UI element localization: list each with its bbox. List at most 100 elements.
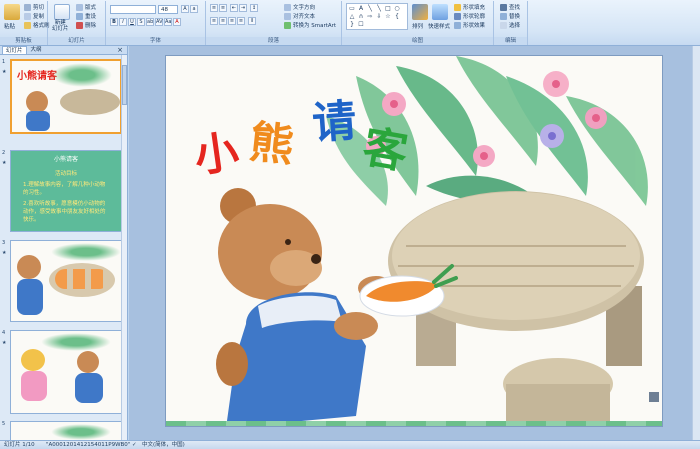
slide-thumb-row[interactable]: 4 ★ — [0, 330, 122, 414]
align-center-icon[interactable]: ≡ — [219, 17, 227, 25]
columns-icon[interactable]: ⫴ — [248, 17, 256, 25]
select-button[interactable]: 选择 — [500, 21, 520, 29]
bold-icon[interactable]: B — [110, 18, 118, 26]
slide-title-char[interactable]: 请 — [310, 85, 358, 152]
change-case-icon[interactable]: Aa — [164, 18, 172, 26]
smartart-button[interactable]: 转换为 SmartArt — [284, 21, 336, 29]
slide-thumb-row[interactable]: 2 ★ 小熊请客 活动目标 1.理解故事内容，了解几种小动物的习性。 2.喜欢听… — [0, 150, 122, 232]
new-slide-label-2: 幻灯片 — [52, 26, 69, 32]
arrange-button[interactable]: 排列 — [412, 22, 423, 30]
rect-shape-icon[interactable]: ▭ — [348, 5, 356, 12]
slide-thumbnail[interactable]: 小熊请客 — [10, 59, 122, 134]
slide-title-char[interactable]: 小 — [190, 115, 242, 185]
animation-star-icon: ★ — [2, 250, 7, 256]
format-painter-button[interactable]: 格式刷 — [24, 21, 50, 29]
rect2-shape-icon[interactable]: □ — [384, 5, 392, 12]
align-text-button[interactable]: 对齐文本 — [284, 12, 315, 20]
paint-bucket-icon — [454, 3, 461, 11]
thumb-table — [60, 89, 120, 115]
delete-button[interactable]: 删除 — [76, 21, 96, 29]
line-shape-icon[interactable]: ╲ — [366, 5, 374, 12]
callout-shape-icon[interactable]: ☐ — [357, 21, 365, 28]
slide-thumb-row[interactable]: 1 ★ 小熊请客 — [0, 59, 122, 134]
new-slide-icon[interactable] — [54, 4, 70, 20]
triangle-shape-icon[interactable]: △ — [348, 13, 356, 20]
paste-button[interactable]: 粘贴 — [4, 22, 15, 30]
text-shape-icon[interactable]: A — [357, 5, 365, 12]
layout-button[interactable]: 版式 — [76, 3, 96, 11]
slide-thumbnail[interactable] — [10, 240, 122, 322]
arrange-icon[interactable] — [412, 4, 428, 20]
curve-shape-icon[interactable]: ∩ — [357, 13, 365, 20]
pane-scrollbar[interactable] — [121, 55, 127, 440]
status-bar: 幻灯片 1/10 "A0001201412154011P9WB0" 中文(简体，… — [0, 440, 700, 449]
decrease-indent-icon[interactable]: ⇤ — [230, 4, 238, 12]
brush-icon — [24, 21, 31, 29]
shape-effects-button[interactable]: 形状效果 — [454, 21, 485, 29]
current-slide[interactable]: 小 熊 请 客 — [165, 55, 663, 427]
new-slide-button[interactable]: 新建 幻灯片 — [52, 20, 69, 32]
slide-number: 4 — [2, 330, 6, 336]
slide-title-char[interactable]: 熊 — [247, 106, 297, 174]
shape-fill-button[interactable]: 形状填充 — [454, 3, 485, 11]
find-button[interactable]: 查找 — [500, 3, 520, 11]
shadow-icon[interactable]: S — [137, 18, 145, 26]
font-group: 48 A a B I U S ab AV Aa A 字体 — [106, 1, 206, 45]
shape-outline-button[interactable]: 形状轮廓 — [454, 12, 485, 20]
replace-button[interactable]: 替换 — [500, 12, 520, 20]
spacing-icon[interactable]: AV — [155, 18, 163, 26]
justify-icon[interactable]: ≡ — [237, 17, 245, 25]
oval-shape-icon[interactable]: ○ — [393, 5, 401, 12]
arrow-down-shape-icon[interactable]: ⇩ — [375, 13, 383, 20]
brace-shape-icon[interactable]: { — [393, 13, 401, 20]
text-direction-button[interactable]: 文字方向 — [284, 3, 315, 11]
font-name-combo[interactable] — [110, 5, 156, 14]
shrink-font-icon[interactable]: a — [190, 5, 198, 13]
slide-thumbnail[interactable] — [10, 421, 122, 440]
theme-name[interactable]: "A0001201412154011P9WB0" — [46, 441, 130, 449]
shapes-gallery[interactable]: ▭ A ╲ ╲ □ ○ △ ∩ ⇨ ⇩ ☆ { } ☐ — [346, 3, 408, 30]
increase-indent-icon[interactable]: ⇥ — [239, 4, 247, 12]
copy-icon — [24, 12, 31, 20]
font-color-icon[interactable]: A — [173, 18, 181, 26]
language-indicator[interactable]: 中文(简体，中国) — [142, 441, 185, 449]
underline-icon[interactable]: U — [128, 18, 136, 26]
italic-icon[interactable]: I — [119, 18, 127, 26]
slide-thumbnail[interactable] — [10, 330, 122, 414]
align-left-icon[interactable]: ≡ — [210, 17, 218, 25]
drawing-group: ▭ A ╲ ╲ □ ○ △ ∩ ⇨ ⇩ ☆ { } ☐ 排列 快速样式 形状填充… — [342, 1, 494, 45]
pane-scroll-thumb[interactable] — [122, 65, 127, 105]
line2-shape-icon[interactable]: ╲ — [375, 5, 383, 12]
quick-styles-button[interactable]: 快速样式 — [428, 22, 450, 30]
bullets-icon[interactable]: ≡ — [210, 4, 218, 12]
paste-icon[interactable] — [4, 4, 20, 20]
arrow-right-shape-icon[interactable]: ⇨ — [366, 13, 374, 20]
tab-slides[interactable]: 幻灯片 — [2, 46, 27, 54]
check-icon: ✓ — [132, 442, 137, 448]
numbering-icon[interactable]: ≡ — [219, 4, 227, 12]
thumb-bear — [77, 351, 99, 373]
font-size-combo[interactable]: 48 — [158, 5, 178, 14]
grow-font-icon[interactable]: A — [181, 5, 189, 13]
tab-outline[interactable]: 大纲 — [28, 46, 45, 54]
slide-thumbnail[interactable]: 小熊请客 活动目标 1.理解故事内容，了解几种小动物的习性。 2.喜欢听故事，愿… — [10, 150, 122, 232]
copy-button[interactable]: 复制 — [24, 12, 44, 20]
thumb-leaves — [52, 63, 112, 87]
cut-button[interactable]: 剪切 — [24, 3, 44, 11]
line-spacing-icon[interactable]: ↕ — [250, 4, 258, 12]
align-right-icon[interactable]: ≡ — [228, 17, 236, 25]
close-icon[interactable]: × — [117, 46, 123, 55]
star-shape-icon[interactable]: ☆ — [384, 13, 392, 20]
strikethrough-icon[interactable]: ab — [146, 18, 154, 26]
slide-thumb-row[interactable]: 3 ★ — [0, 240, 122, 322]
slide-scrollbar[interactable] — [692, 46, 700, 440]
thumb-plates — [55, 269, 109, 289]
reset-label: 重设 — [85, 14, 97, 20]
thumb-bear-body — [75, 373, 103, 403]
brace2-shape-icon[interactable]: } — [348, 21, 356, 28]
text-direction-label: 文字方向 — [293, 5, 316, 11]
quick-styles-icon[interactable] — [432, 4, 448, 20]
reset-button[interactable]: 重设 — [76, 12, 96, 20]
scroll-right-marker[interactable] — [649, 392, 659, 402]
slide-thumb-row[interactable]: 5 — [0, 421, 122, 440]
